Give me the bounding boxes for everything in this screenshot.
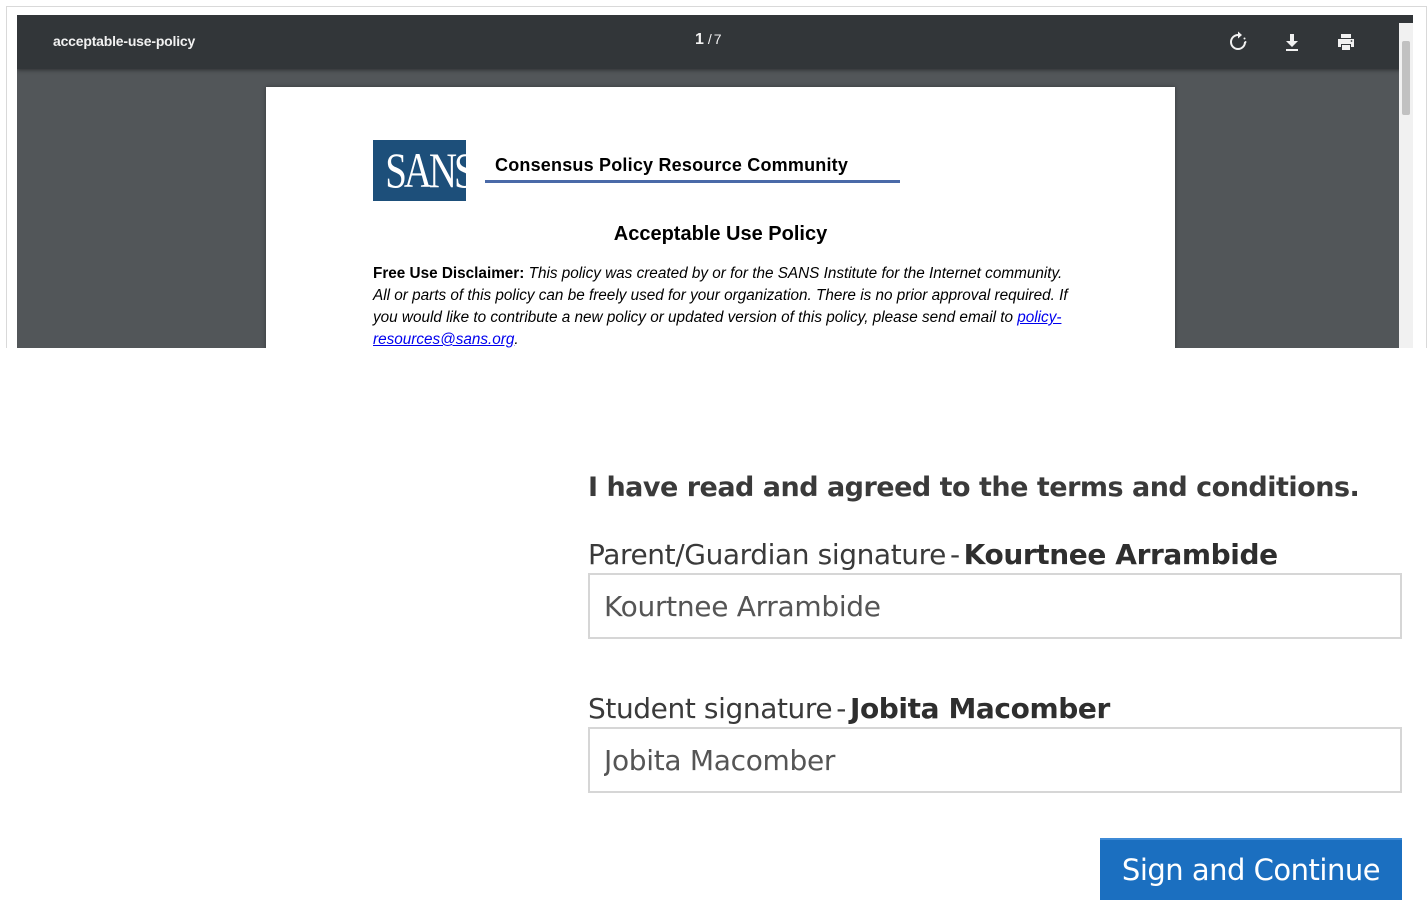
label-separator: - [836,692,846,725]
rotate-icon [1230,31,1247,50]
community-title: Consensus Policy Resource Community [495,155,849,175]
student-name: Jobita Macomber [849,692,1110,725]
download-icon [1286,34,1298,51]
download-button[interactable] [1280,30,1304,54]
agreement-text: I have read and agreed to the terms and … [588,472,1360,503]
disclaimer-label: Free Use Disclaimer: [373,265,525,282]
page-separator: / [707,31,712,47]
total-pages: 7 [713,31,722,47]
disclaimer-end: . [514,331,519,348]
rotate-button[interactable] [1226,30,1250,54]
pdf-toolbar: acceptable-use-policy 1/7 [17,15,1413,69]
disclaimer-paragraph: Free Use Disclaimer: This policy was cre… [373,263,1073,348]
parent-name: Kourtnee Arrambide [963,538,1278,571]
pdf-page: SANS Consensus Policy Resource Community… [266,87,1175,348]
pdf-scrollbar-thumb[interactable] [1402,41,1410,115]
pdf-embed-frame: SANS Consensus Policy Resource Community… [6,6,1427,348]
title-underline [485,180,900,183]
page-indicator: 1/7 [695,31,722,49]
pdf-scrollbar[interactable] [1399,23,1413,348]
student-signature-label: Student signature - Jobita Macomber [588,692,1110,725]
label-separator: - [949,538,960,571]
pdf-title: acceptable-use-policy [53,33,196,49]
parent-label-text: Parent/Guardian signature [588,538,946,571]
student-signature-input[interactable] [588,727,1402,793]
sign-and-continue-button[interactable]: Sign and Continue [1100,838,1402,900]
sans-logo: SANS [373,140,466,201]
parent-signature-input[interactable] [588,573,1402,639]
print-button[interactable] [1334,30,1358,54]
document-title: Acceptable Use Policy [613,223,828,245]
print-icon [1338,34,1354,50]
parent-signature-label: Parent/Guardian signature - Kourtnee Arram… [588,538,1278,571]
student-label-text: Student signature [588,692,833,725]
pdf-viewer[interactable]: SANS Consensus Policy Resource Community… [17,15,1413,348]
current-page[interactable]: 1 [695,31,704,48]
